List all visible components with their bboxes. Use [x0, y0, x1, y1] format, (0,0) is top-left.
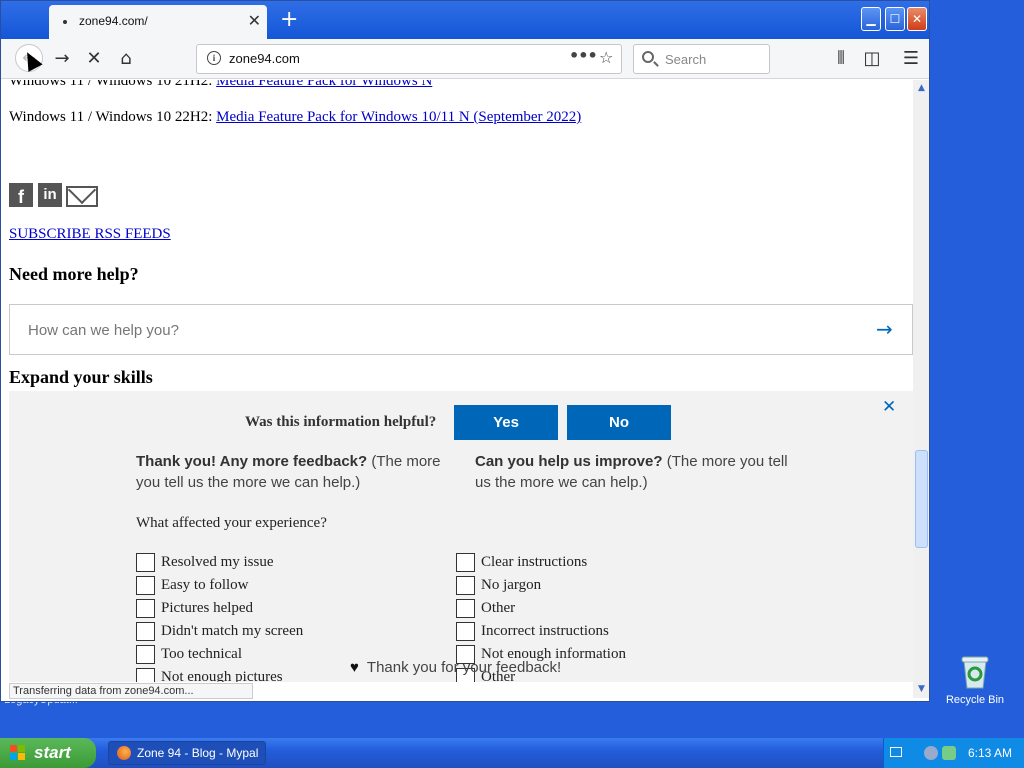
- browser-window: zone94.com/ ✕ + ▁ ☐ ✕ ← → ✕ ⌂ i zone94.c…: [0, 0, 930, 702]
- sidebar-icon[interactable]: ◫: [860, 47, 884, 71]
- recycle-bin-label: Recycle Bin: [945, 694, 1005, 706]
- heart-icon: ♥: [350, 659, 359, 676]
- tab-title: zone94.com/: [79, 14, 148, 28]
- linkedin-icon[interactable]: in: [38, 183, 62, 207]
- close-window-button[interactable]: ✕: [907, 7, 927, 31]
- checkbox[interactable]: [456, 622, 475, 641]
- home-button[interactable]: ⌂: [114, 47, 138, 71]
- checkbox[interactable]: [136, 576, 155, 595]
- recycle-bin[interactable]: Recycle Bin: [942, 655, 1008, 706]
- need-help-heading: Need more help?: [9, 264, 139, 284]
- tab-zone94[interactable]: zone94.com/ ✕: [49, 5, 267, 39]
- search-icon: [642, 51, 654, 63]
- checkbox[interactable]: [456, 599, 475, 618]
- feedback-panel: Was this information helpful? Yes No ✕ T…: [9, 391, 913, 682]
- start-label: start: [34, 743, 71, 762]
- checkbox[interactable]: [136, 622, 155, 641]
- menu-icon[interactable]: ☰: [899, 47, 923, 71]
- facebook-icon[interactable]: f: [9, 183, 33, 207]
- url-text[interactable]: zone94.com: [229, 51, 300, 66]
- taskbar: start Zone 94 - Blog - Mypal 6:13 AM: [0, 738, 1024, 768]
- media-pack-22h2-link[interactable]: Media Feature Pack for Windows 10/11 N (…: [216, 109, 581, 125]
- loading-icon: [63, 20, 67, 24]
- expand-skills-heading: Expand your skills: [9, 367, 153, 387]
- windows-flag-icon: [10, 745, 26, 761]
- scroll-up-icon[interactable]: ▲: [915, 82, 928, 95]
- yes-button[interactable]: Yes: [454, 405, 558, 440]
- page-content: Windows 11 / Windows 10 21H2: Media Feat…: [1, 80, 913, 682]
- new-tab-button[interactable]: +: [280, 7, 298, 32]
- feedback-right-intro: Can you help us improve? (The more you t…: [475, 453, 788, 491]
- affected-label: What affected your experience?: [136, 515, 327, 531]
- help-search-input[interactable]: How can we help you? →: [9, 304, 913, 355]
- checkbox[interactable]: [456, 576, 475, 595]
- thanks-message: ♥ Thank you for your feedback!: [350, 659, 562, 676]
- tray-update-icon[interactable]: [942, 746, 956, 760]
- recycle-bin-icon: [959, 655, 991, 689]
- forward-button[interactable]: →: [50, 47, 74, 71]
- page-actions-icon[interactable]: •••: [569, 46, 598, 65]
- url-bar[interactable]: i zone94.com ••• ☆: [196, 44, 622, 74]
- media-pack-21h2-line: Windows 11 / Windows 10 21H2: Media Feat…: [9, 80, 432, 90]
- mail-icon[interactable]: [66, 186, 98, 207]
- site-info-icon[interactable]: i: [207, 51, 221, 65]
- nav-toolbar: ← → ✕ ⌂ i zone94.com ••• ☆ Search ⫴ ◫ ☰: [1, 39, 929, 79]
- vertical-scrollbar[interactable]: ▲ ▼: [913, 80, 929, 698]
- keyboard-icon[interactable]: [890, 747, 902, 757]
- minimize-button[interactable]: ▁: [861, 7, 881, 31]
- mypal-icon: [117, 746, 131, 760]
- checkbox[interactable]: [136, 553, 155, 572]
- taskbar-item-label: Zone 94 - Blog - Mypal: [137, 746, 259, 760]
- system-tray: 6:13 AM: [883, 738, 1024, 768]
- media-pack-22h2-line: Windows 11 / Windows 10 22H2: Media Feat…: [9, 109, 582, 125]
- stop-button[interactable]: ✕: [82, 47, 106, 71]
- scroll-down-icon[interactable]: ▼: [915, 683, 928, 696]
- bookmark-star-icon[interactable]: ☆: [599, 48, 613, 67]
- help-search-placeholder: How can we help you?: [28, 322, 179, 339]
- library-icon[interactable]: ⫴: [829, 47, 853, 71]
- checkbox[interactable]: [456, 553, 475, 572]
- submit-arrow-icon[interactable]: →: [876, 317, 893, 341]
- checkbox[interactable]: [136, 599, 155, 618]
- tab-close-icon[interactable]: ✕: [248, 11, 261, 30]
- feedback-question: Was this information helpful?: [245, 414, 437, 430]
- title-bar[interactable]: zone94.com/ ✕ + ▁ ☐ ✕: [1, 1, 929, 39]
- scroll-thumb[interactable]: [915, 450, 928, 548]
- start-button[interactable]: start: [0, 738, 96, 768]
- taskbar-item-mypal[interactable]: Zone 94 - Blog - Mypal: [108, 741, 266, 765]
- checkbox[interactable]: [136, 645, 155, 664]
- checkbox[interactable]: [136, 668, 155, 682]
- clock[interactable]: 6:13 AM: [968, 746, 1012, 760]
- maximize-button[interactable]: ☐: [885, 7, 905, 31]
- feedback-left-intro: Thank you! Any more feedback? (The more …: [136, 453, 441, 491]
- tray-app-icon[interactable]: [924, 746, 938, 760]
- search-input[interactable]: Search: [633, 44, 770, 74]
- media-pack-21h2-link[interactable]: Media Feature Pack for Windows N: [216, 80, 432, 89]
- close-feedback-icon[interactable]: ✕: [882, 397, 896, 417]
- status-bar: Transferring data from zone94.com...: [9, 683, 253, 699]
- rss-link[interactable]: SUBSCRIBE RSS FEEDS: [9, 226, 171, 243]
- no-button[interactable]: No: [567, 405, 671, 440]
- search-placeholder: Search: [665, 52, 707, 67]
